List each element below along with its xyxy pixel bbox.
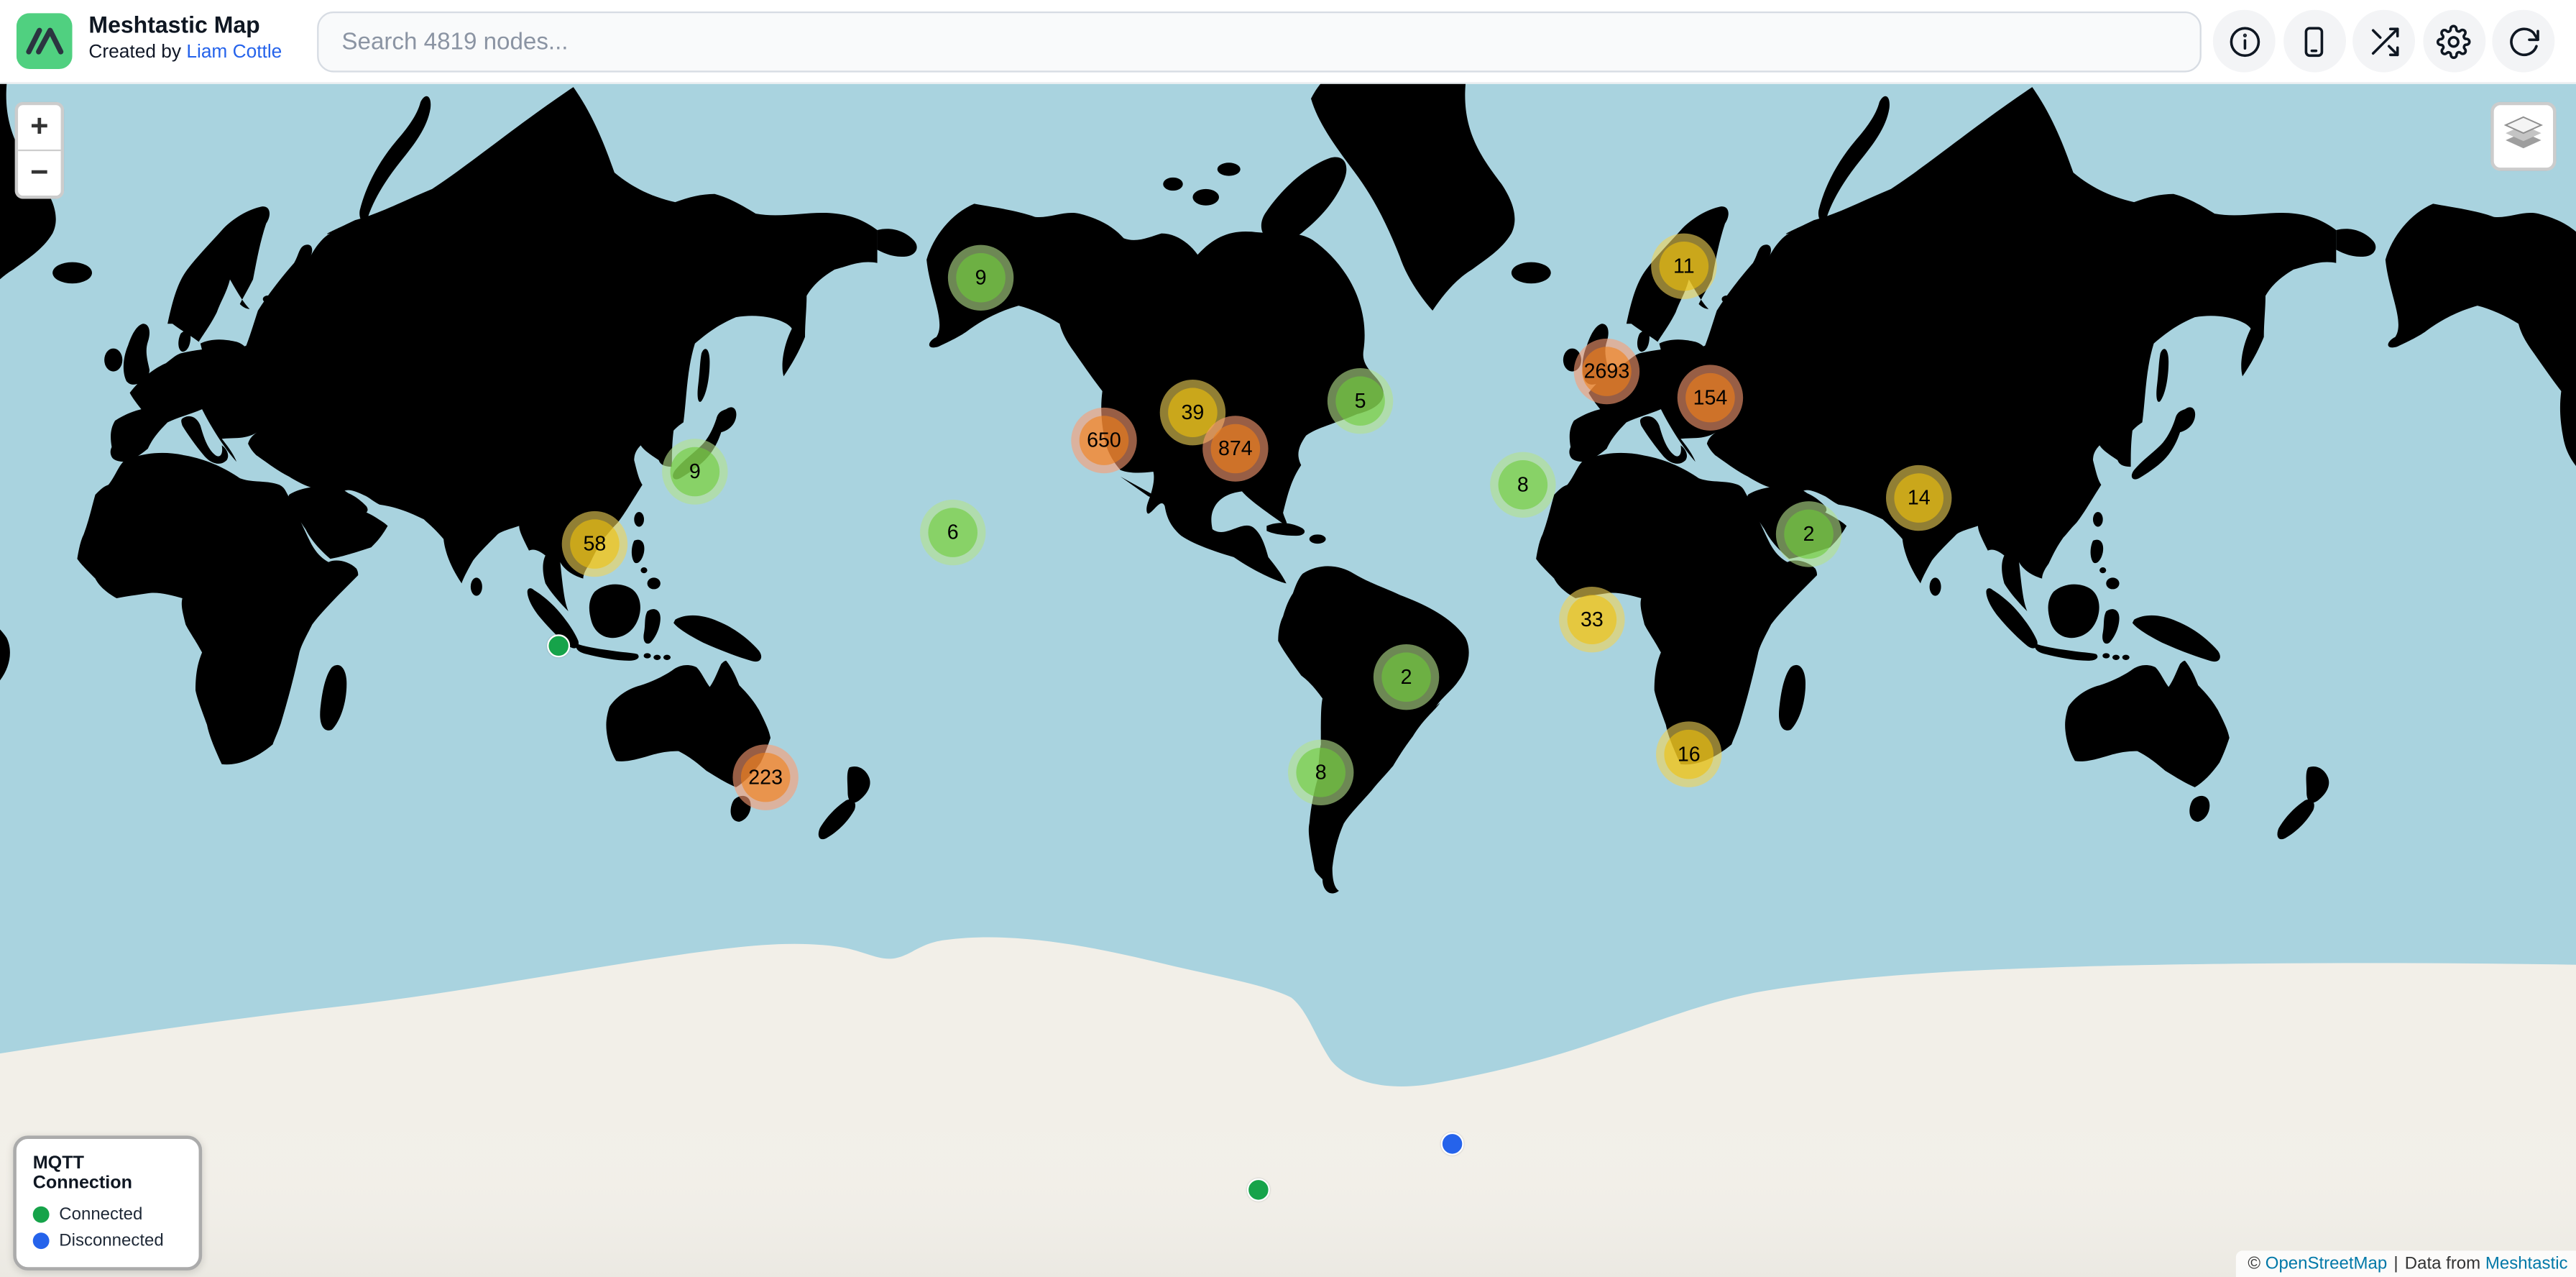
- marker-cluster[interactable]: 11: [1651, 234, 1716, 299]
- node-marker-connected[interactable]: [547, 634, 570, 657]
- gear-icon: [2437, 24, 2471, 58]
- marker-cluster[interactable]: 154: [1678, 365, 1743, 430]
- marker-cluster[interactable]: 874: [1202, 416, 1268, 481]
- zoom-in-button[interactable]: +: [18, 105, 60, 151]
- refresh-button[interactable]: [2492, 10, 2554, 73]
- connected-dot-icon: [33, 1207, 50, 1223]
- marker-cluster[interactable]: 223: [732, 744, 798, 810]
- shuffle-icon: [2367, 24, 2401, 58]
- zoom-control: + −: [15, 102, 65, 199]
- smartphone-icon: [2296, 24, 2331, 58]
- app-title: Meshtastic Map: [88, 12, 282, 40]
- marker-cluster[interactable]: 2: [1374, 644, 1439, 710]
- marker-cluster[interactable]: 8: [1490, 452, 1555, 518]
- marker-cluster[interactable]: 2: [1776, 501, 1841, 567]
- refresh-icon: [2506, 24, 2541, 58]
- marker-cluster[interactable]: 650: [1071, 408, 1136, 473]
- zoom-out-button[interactable]: −: [18, 151, 60, 196]
- marker-cluster[interactable]: 6: [920, 500, 985, 565]
- layers-control-button[interactable]: [2490, 102, 2556, 171]
- meshtastic-link[interactable]: Meshtastic: [2485, 1254, 2568, 1273]
- search-input[interactable]: [317, 12, 2202, 73]
- marker-cluster[interactable]: 5: [1328, 368, 1393, 434]
- marker-cluster[interactable]: 8: [1288, 740, 1353, 805]
- node-marker-disconnected[interactable]: [1441, 1132, 1464, 1155]
- disconnected-dot-icon: [33, 1232, 50, 1249]
- map-canvas[interactable]: .land path, .land ellipse{fill:#f2eee6;}…: [0, 84, 2576, 1277]
- meshtastic-logo: [17, 13, 73, 69]
- marker-cluster[interactable]: 16: [1656, 721, 1721, 787]
- legend-item-disconnected: Disconnected: [33, 1231, 183, 1250]
- legend-item-connected: Connected: [33, 1204, 183, 1224]
- legend-title: MQTT Connection: [33, 1154, 183, 1194]
- author-link[interactable]: Liam Cottle: [186, 42, 282, 61]
- app-subtitle: Created by Liam Cottle: [88, 40, 282, 64]
- layers-icon: [2502, 111, 2544, 162]
- app-header: Meshtastic Map Created by Liam Cottle: [0, 0, 2576, 84]
- marker-cluster[interactable]: 33: [1559, 587, 1624, 652]
- device-button[interactable]: [2283, 10, 2345, 73]
- logo-mountains-icon: [17, 13, 73, 69]
- marker-cluster[interactable]: 9: [948, 245, 1013, 311]
- map-attribution: © OpenStreetMap | Data from Meshtastic: [2236, 1250, 2576, 1277]
- marker-cluster[interactable]: 2693: [1574, 339, 1639, 404]
- info-icon: [2227, 24, 2261, 58]
- node-marker-connected[interactable]: [1247, 1178, 1270, 1202]
- marker-cluster[interactable]: 58: [562, 511, 627, 577]
- shuffle-button[interactable]: [2352, 10, 2415, 73]
- info-button[interactable]: [2213, 10, 2276, 73]
- marker-cluster[interactable]: 14: [1886, 465, 1951, 531]
- openstreetmap-link[interactable]: OpenStreetMap: [2266, 1254, 2387, 1273]
- world-basemap: .land path, .land ellipse{fill:#f2eee6;}…: [0, 84, 2576, 1277]
- meshtastic-map-app: .land path, .land ellipse{fill:#f2eee6;}…: [0, 0, 2576, 1277]
- settings-button[interactable]: [2422, 10, 2485, 73]
- mqtt-legend: MQTT Connection Connected Disconnected: [13, 1135, 202, 1270]
- marker-cluster[interactable]: 9: [662, 439, 727, 504]
